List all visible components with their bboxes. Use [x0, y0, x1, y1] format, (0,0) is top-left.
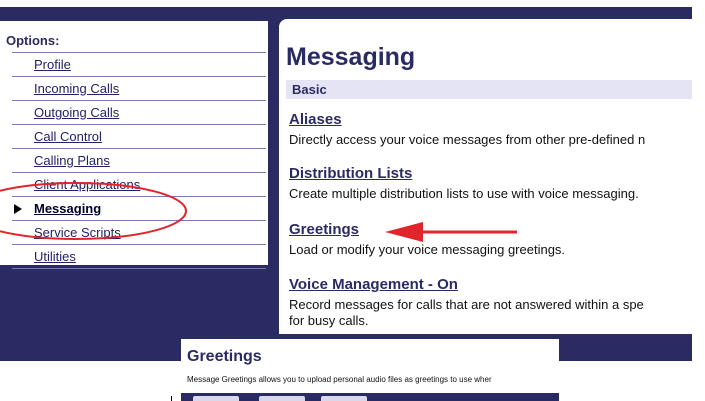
sidebar-item-label[interactable]: Incoming Calls — [34, 81, 119, 96]
sidebar-item-calling-plans[interactable]: Calling Plans — [12, 148, 266, 172]
sidebar-item-label[interactable]: Utilities — [34, 249, 76, 264]
distribution-lists-link[interactable]: Distribution Lists — [289, 165, 639, 182]
sidebar-item-label[interactable]: Calling Plans — [34, 153, 110, 168]
active-bullet-icon — [14, 204, 22, 214]
popup-title: Greetings — [187, 348, 262, 365]
sidebar-item-utilities[interactable]: Utilities — [12, 244, 266, 269]
sidebar-item-incoming-calls[interactable]: Incoming Calls — [12, 76, 266, 100]
section-distribution-lists: Distribution Lists Create multiple distr… — [289, 165, 639, 202]
page-title: Messaging — [286, 43, 416, 71]
voice-management-description: Record messages for calls that are not a… — [289, 297, 644, 312]
aliases-link[interactable]: Aliases — [289, 111, 645, 128]
popup-button-2[interactable] — [259, 396, 305, 401]
distribution-lists-description: Create multiple distribution lists to us… — [289, 186, 639, 201]
sidebar-item-label[interactable]: Service Scripts — [34, 225, 121, 240]
greetings-link[interactable]: Greetings — [289, 221, 565, 238]
section-aliases: Aliases Directly access your voice messa… — [289, 111, 645, 148]
options-title: Options: — [6, 33, 60, 48]
sidebar-item-outgoing-calls[interactable]: Outgoing Calls — [12, 100, 266, 124]
section-header-label: Basic — [292, 82, 327, 97]
section-greetings: Greetings Load or modify your voice mess… — [289, 221, 565, 258]
popup-button-3[interactable] — [321, 396, 367, 401]
options-list: Profile Incoming Calls Outgoing Calls Ca… — [12, 52, 266, 269]
sidebar-item-messaging[interactable]: Messaging — [12, 196, 266, 220]
voice-management-link[interactable]: Voice Management - On — [289, 276, 644, 293]
sidebar-item-client-applications[interactable]: Client Applications — [12, 172, 266, 196]
greetings-description: Load or modify your voice messaging gree… — [289, 242, 566, 257]
sidebar-item-service-scripts[interactable]: Service Scripts — [12, 220, 266, 244]
options-panel: Options: Profile Incoming Calls Outgoing… — [0, 21, 268, 269]
sidebar-item-label[interactable]: Call Control — [34, 129, 102, 144]
sidebar-item-label[interactable]: Outgoing Calls — [34, 105, 119, 120]
section-header-basic: Basic — [286, 80, 692, 99]
aliases-description: Directly access your voice messages from… — [289, 132, 646, 147]
popup-description: Message Greetings allows you to upload p… — [187, 375, 492, 384]
cursor-mark — [171, 396, 172, 401]
sidebar-item-profile[interactable]: Profile — [12, 52, 266, 76]
section-voice-management: Voice Management - On Record messages fo… — [289, 276, 644, 329]
sidebar-item-call-control[interactable]: Call Control — [12, 124, 266, 148]
voice-management-description-line2: for busy calls. — [289, 313, 369, 328]
sidebar-item-label[interactable]: Client Applications — [34, 177, 140, 192]
main-panel: Messaging Basic Aliases Directly access … — [279, 19, 692, 334]
sidebar-item-label[interactable]: Profile — [34, 57, 71, 72]
popup-button-1[interactable] — [193, 396, 239, 401]
greetings-popup: Greetings Message Greetings allows you t… — [181, 339, 559, 401]
sidebar-item-label[interactable]: Messaging — [34, 201, 101, 216]
